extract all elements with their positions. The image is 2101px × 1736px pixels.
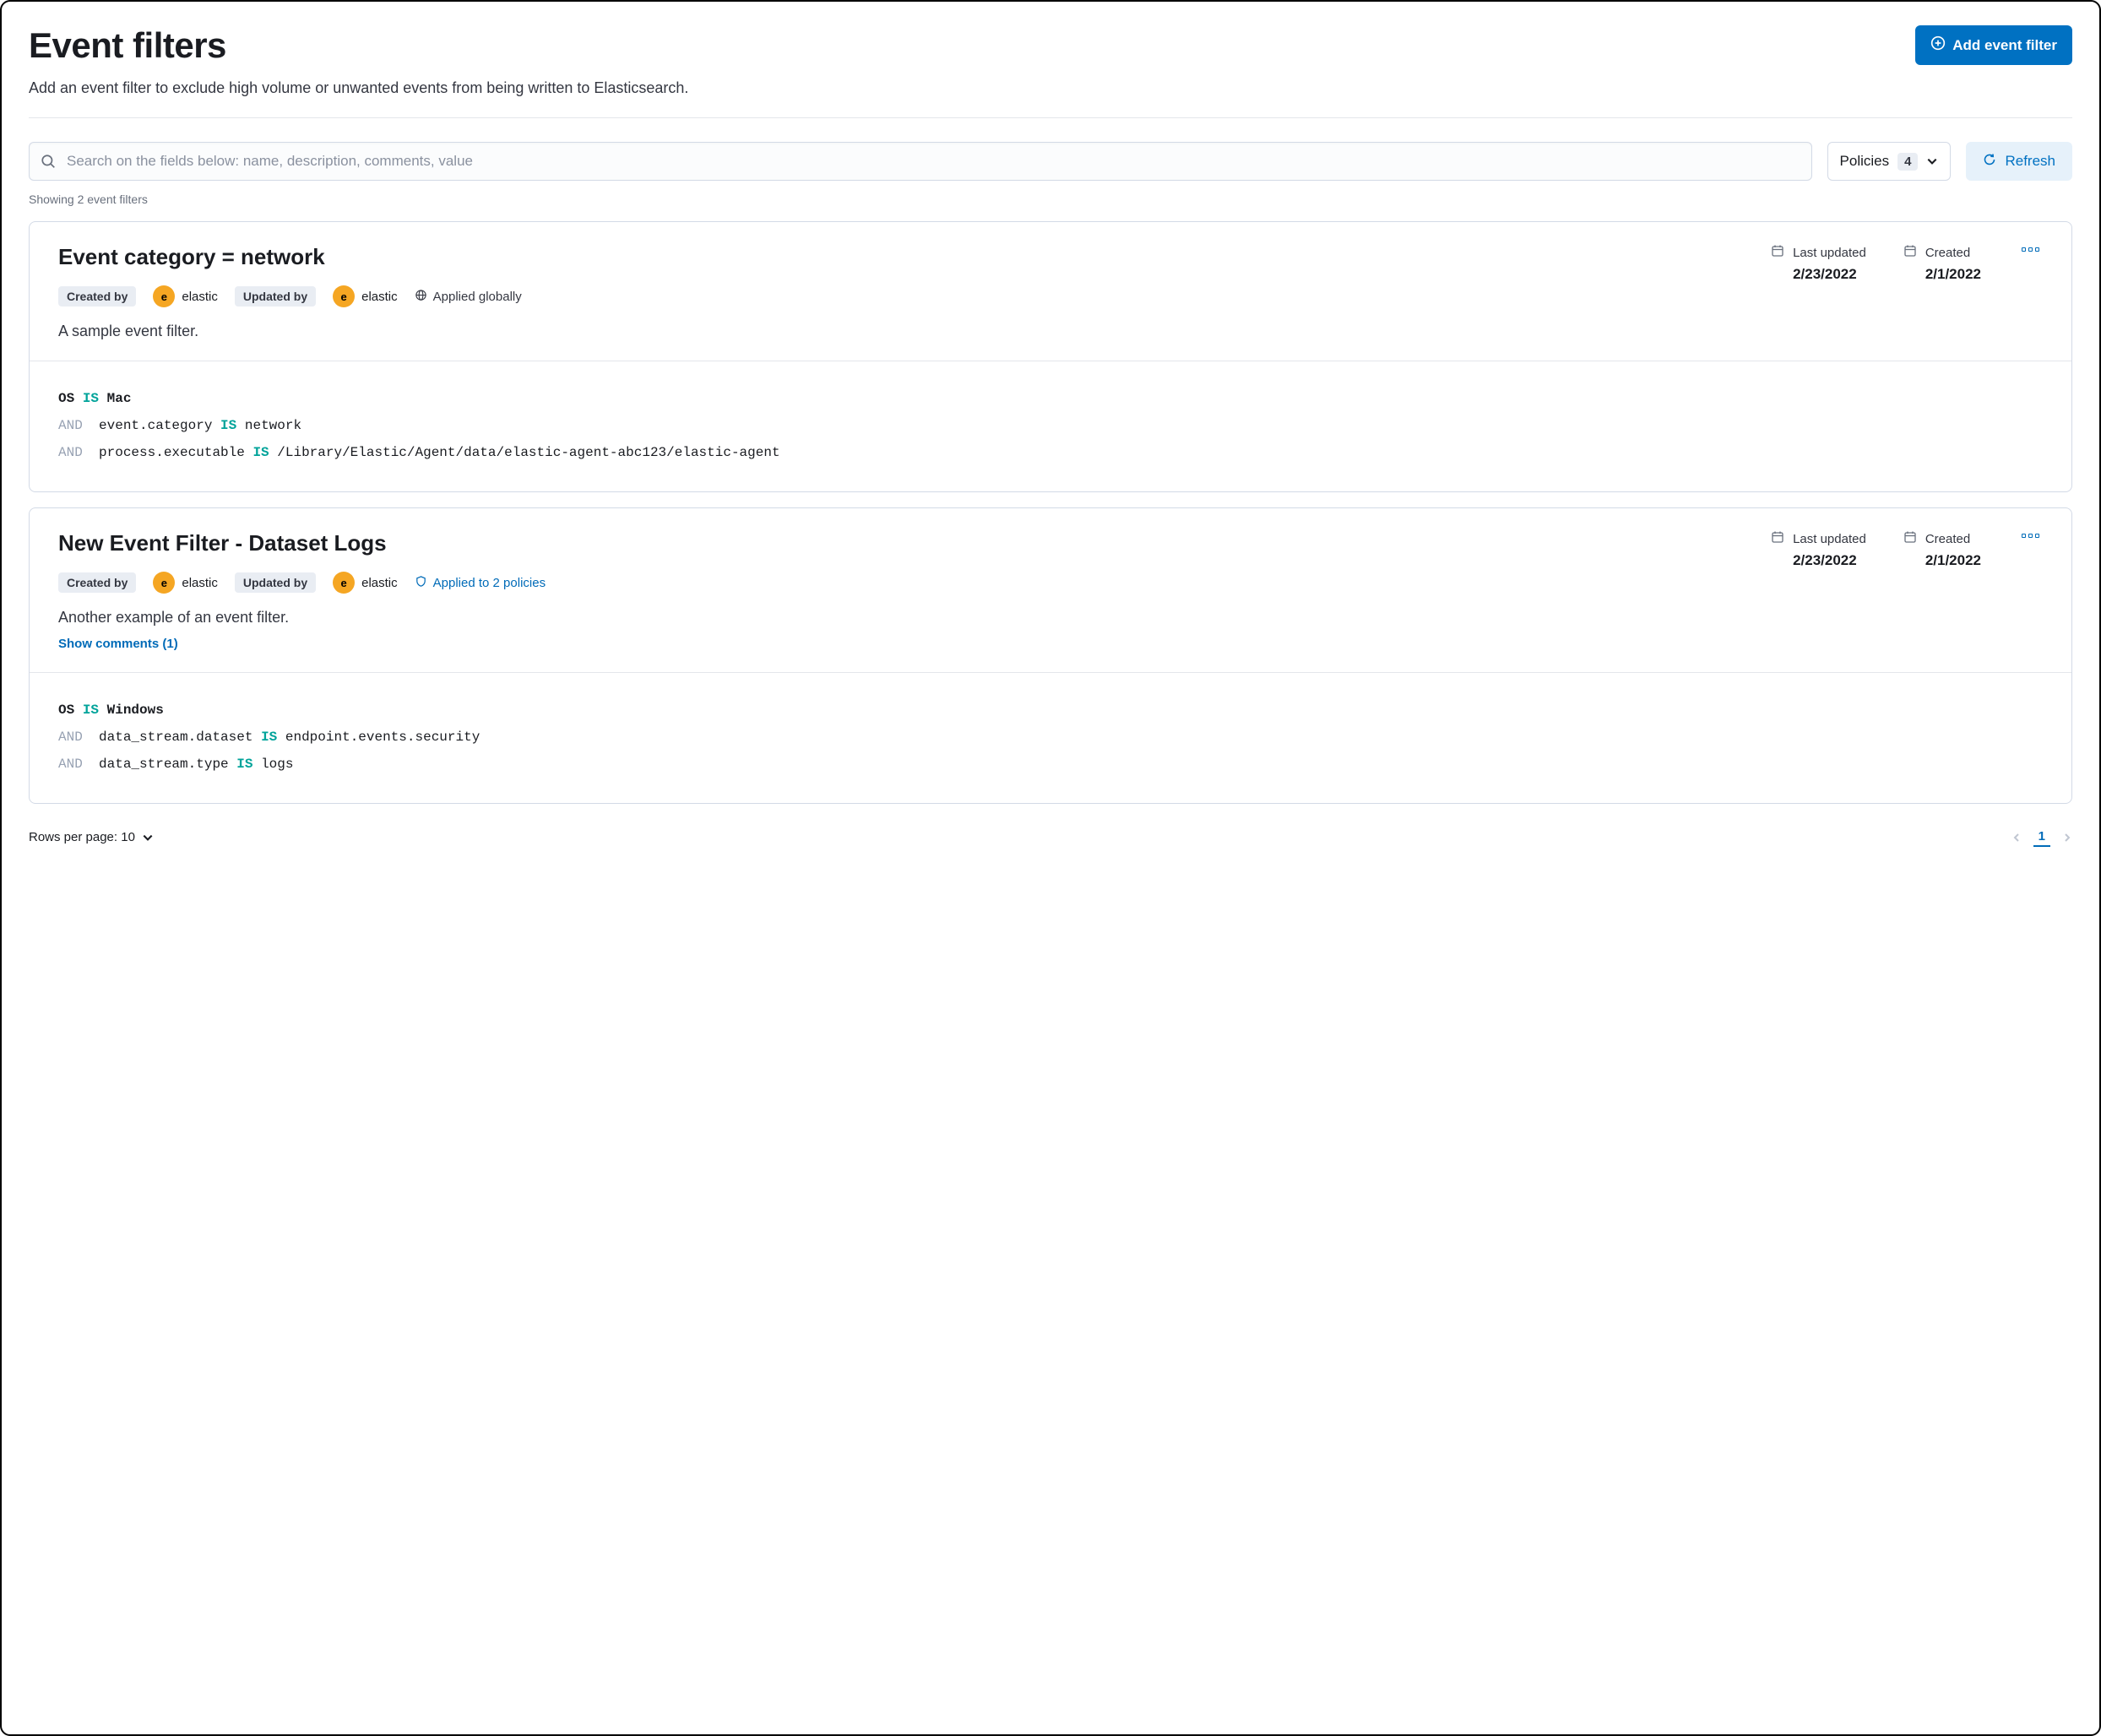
filter-description: Another example of an event filter. — [58, 609, 1737, 627]
calendar-icon — [1771, 530, 1784, 547]
last-updated-label: Last updated — [1793, 532, 1866, 546]
more-icon — [2028, 247, 2033, 252]
created-label: Created — [1925, 532, 1970, 546]
add-event-filter-label: Add event filter — [1952, 37, 2057, 54]
last-updated-label: Last updated — [1793, 246, 1866, 260]
created-by-tag: Created by — [58, 286, 136, 307]
event-filter-card: Event category = network Created by e el… — [29, 221, 2072, 492]
condition-line: AND data_stream.dataset IS endpoint.even… — [58, 724, 2043, 751]
globe-icon — [415, 289, 427, 305]
chevron-down-icon — [142, 832, 154, 844]
current-page[interactable]: 1 — [2033, 827, 2050, 847]
created-value: 2/1/2022 — [1903, 552, 1981, 569]
next-page-button[interactable] — [2062, 833, 2072, 843]
more-actions-button[interactable] — [2018, 244, 2043, 255]
chevron-down-icon — [1926, 155, 1938, 167]
avatar: e — [153, 285, 175, 307]
event-filter-card: New Event Filter - Dataset Logs Created … — [29, 507, 2072, 804]
updated-by-user: elastic — [361, 576, 398, 590]
refresh-icon — [1983, 153, 1996, 171]
refresh-label: Refresh — [2005, 153, 2055, 170]
applied-scope: Applied globally — [415, 289, 522, 305]
page-title: Event filters — [29, 25, 226, 66]
more-icon — [2035, 534, 2039, 538]
showing-count: Showing 2 event filters — [29, 193, 2072, 206]
filter-title: Event category = network — [58, 244, 1737, 270]
filter-description: A sample event filter. — [58, 323, 1737, 340]
avatar: e — [333, 572, 355, 594]
applied-scope-text: Applied to 2 policies — [433, 576, 546, 590]
last-updated-value: 2/23/2022 — [1771, 552, 1866, 569]
created-by-user: elastic — [182, 576, 218, 590]
policy-icon — [415, 575, 427, 591]
avatar: e — [333, 285, 355, 307]
policies-count-badge: 4 — [1897, 153, 1918, 171]
last-updated-value: 2/23/2022 — [1771, 266, 1866, 283]
prev-page-button[interactable] — [2011, 833, 2022, 843]
avatar: e — [153, 572, 175, 594]
applied-scope-link[interactable]: Applied to 2 policies — [415, 575, 546, 591]
condition-line: OS IS Windows — [58, 697, 2043, 724]
more-icon — [2028, 534, 2033, 538]
filter-conditions: OS IS Mac AND event.category IS network … — [30, 361, 2071, 491]
condition-line: AND data_stream.type IS logs — [58, 751, 2043, 778]
created-by-tag: Created by — [58, 572, 136, 593]
divider — [29, 117, 2072, 118]
filter-title: New Event Filter - Dataset Logs — [58, 530, 1737, 556]
created-by-user: elastic — [182, 290, 218, 304]
plus-circle-icon — [1930, 35, 1946, 55]
updated-by-tag: Updated by — [235, 286, 316, 307]
search-input[interactable] — [29, 142, 1812, 181]
rows-per-page-label: Rows per page: 10 — [29, 830, 135, 844]
search-icon — [41, 154, 56, 169]
policies-filter-label: Policies — [1840, 153, 1890, 170]
created-value: 2/1/2022 — [1903, 266, 1981, 283]
condition-line: AND process.executable IS /Library/Elast… — [58, 439, 2043, 466]
policies-filter-button[interactable]: Policies 4 — [1827, 142, 1952, 181]
more-icon — [2035, 247, 2039, 252]
updated-by-user: elastic — [361, 290, 398, 304]
updated-by-tag: Updated by — [235, 572, 316, 593]
filter-conditions: OS IS Windows AND data_stream.dataset IS… — [30, 672, 2071, 803]
condition-line: OS IS Mac — [58, 385, 2043, 412]
add-event-filter-button[interactable]: Add event filter — [1915, 25, 2072, 65]
more-actions-button[interactable] — [2018, 530, 2043, 541]
created-label: Created — [1925, 246, 1970, 260]
applied-scope-text: Applied globally — [433, 290, 522, 304]
pagination: 1 — [2011, 827, 2072, 847]
rows-per-page-selector[interactable]: Rows per page: 10 — [29, 830, 154, 844]
more-icon — [2022, 534, 2026, 538]
show-comments-link[interactable]: Show comments (1) — [58, 637, 178, 651]
calendar-icon — [1903, 244, 1917, 261]
refresh-button[interactable]: Refresh — [1966, 142, 2072, 181]
page-description: Add an event filter to exclude high volu… — [29, 79, 2072, 97]
condition-line: AND event.category IS network — [58, 412, 2043, 439]
calendar-icon — [1903, 530, 1917, 547]
calendar-icon — [1771, 244, 1784, 261]
more-icon — [2022, 247, 2026, 252]
